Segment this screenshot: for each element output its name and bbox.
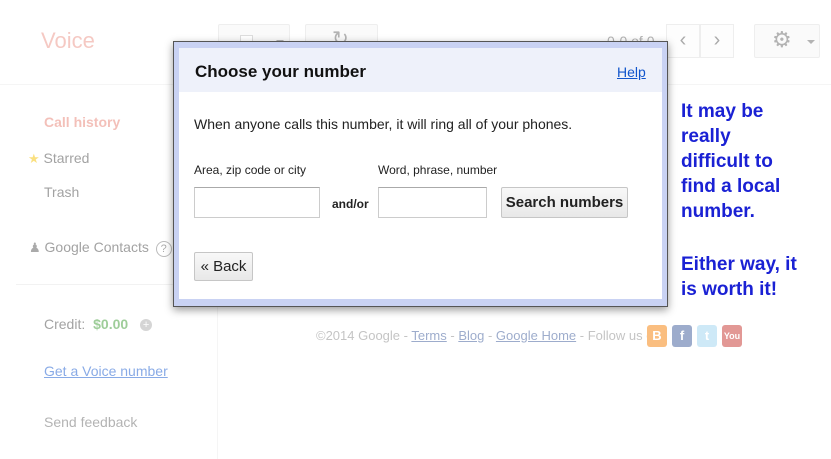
annotation-line: is worth it! bbox=[681, 279, 778, 300]
annotation-line: It may be bbox=[681, 101, 764, 122]
word-input[interactable] bbox=[378, 187, 487, 218]
area-label: Area, zip code or city bbox=[194, 163, 307, 177]
word-label: Word, phrase, number bbox=[378, 163, 498, 177]
search-numbers-button[interactable]: Search numbers bbox=[501, 187, 628, 218]
and-or-label: and/or bbox=[332, 197, 369, 211]
dialog-title: Choose your number bbox=[195, 62, 366, 81]
annotation-line: Either way, it bbox=[681, 254, 797, 275]
annotation-line: number. bbox=[681, 201, 755, 222]
dialog-help-link[interactable]: Help bbox=[617, 64, 646, 80]
annotation-line: really bbox=[681, 126, 731, 147]
annotation-line: find a local bbox=[681, 176, 781, 197]
dialog-message: When anyone calls this number, it will r… bbox=[194, 116, 573, 132]
back-button[interactable]: « Back bbox=[194, 252, 253, 281]
annotation-line: difficult to bbox=[681, 151, 773, 172]
area-input[interactable] bbox=[194, 187, 320, 218]
